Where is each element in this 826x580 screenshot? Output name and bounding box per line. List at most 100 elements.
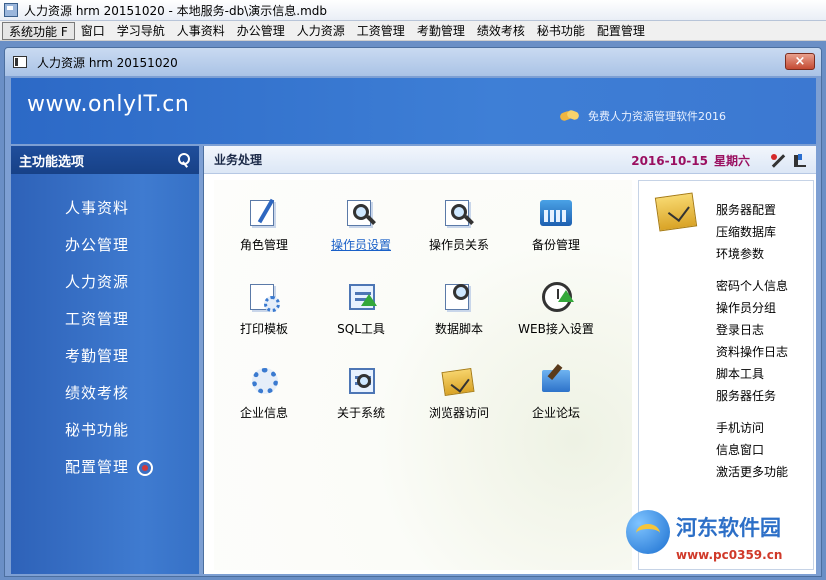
grid-item-data-script[interactable]: 数据脚本 (409, 280, 509, 350)
grid-item-operator-relation[interactable]: 操作员关系 (409, 196, 509, 266)
grid-item-web-access[interactable]: WEB接入设置 (506, 280, 606, 350)
grid-item-print-template[interactable]: 打印模板 (214, 280, 314, 350)
sql-tool-icon (341, 280, 381, 314)
grid-item-role[interactable]: 角色管理 (214, 196, 314, 266)
watermark-logo-icon (626, 510, 670, 554)
magnifier-icon (439, 196, 479, 230)
grid-item-label: 浏览器访问 (428, 406, 489, 420)
panel-header: 业务处理 2016-10-15 星期六 (204, 146, 816, 174)
link-mobile-access[interactable]: 手机访问 (716, 417, 788, 439)
sidebar-item-label: 人力资源 (65, 273, 130, 291)
folder-check-icon (654, 192, 698, 232)
grid-item-label: 操作员设置 (330, 238, 391, 252)
exit-icon[interactable] (792, 153, 808, 169)
grid-item-about[interactable]: 关于系统 (311, 364, 411, 434)
inner-title-bar: 人力资源 hrm 20151020 (5, 48, 821, 76)
link-message-window[interactable]: 信息窗口 (716, 439, 788, 461)
quick-links-group-2: 密码个人信息 操作员分组 登录日志 资料操作日志 脚本工具 服务器任务 (716, 275, 788, 407)
pin-icon[interactable] (175, 152, 191, 168)
menu-office[interactable]: 办公管理 (231, 22, 291, 40)
menu-window[interactable]: 窗口 (75, 22, 111, 40)
menu-config[interactable]: 配置管理 (591, 22, 651, 40)
work-area: 角色管理 操作员设置 操作员关系 备份管理 打印模板 SQL工具 数据脚本 WE… (214, 180, 632, 570)
link-env-params[interactable]: 环境参数 (716, 243, 776, 265)
grid-item-label: 关于系统 (336, 406, 385, 420)
link-data-op-log[interactable]: 资料操作日志 (716, 341, 788, 363)
grid-item-label: 角色管理 (239, 238, 288, 252)
link-login-log[interactable]: 登录日志 (716, 319, 788, 341)
app-icon (4, 3, 18, 17)
hammer-icon (536, 364, 576, 398)
banner-slogan-text: 免费人力资源管理软件2016 (588, 110, 726, 123)
panel-title: 业务处理 (214, 153, 263, 167)
banner: www.onlyIT.cn 免费人力资源管理软件2016 (11, 78, 816, 144)
grid-item-operator-settings[interactable]: 操作员设置 (311, 196, 411, 266)
sidebar-item-performance[interactable]: 绩效考核 (11, 375, 199, 412)
date-display: 2016-10-15 星期六 (631, 152, 808, 169)
sidebar-item-secretary[interactable]: 秘书功能 (11, 412, 199, 449)
outer-window-title: 人力资源 hrm 20151020 - 本地服务-db\演示信息.mdb (24, 3, 328, 18)
sidebar-item-config[interactable]: 配置管理 (11, 449, 199, 486)
watermark-url: www.pc0359.cn (676, 548, 783, 562)
link-compress-db[interactable]: 压缩数据库 (716, 221, 776, 243)
menu-personnel[interactable]: 人事资料 (171, 22, 231, 40)
sidebar-item-salary[interactable]: 工资管理 (11, 301, 199, 338)
sidebar-list: 人事资料 办公管理 人力资源 工资管理 考勤管理 绩效考核 秘书功能 配置管理 (11, 174, 199, 486)
menu-performance[interactable]: 绩效考核 (471, 22, 531, 40)
quick-links-group-1: 服务器配置 压缩数据库 环境参数 (716, 199, 776, 265)
clock-arrow-icon (536, 280, 576, 314)
link-password-info[interactable]: 密码个人信息 (716, 275, 788, 297)
sidebar-item-office[interactable]: 办公管理 (11, 227, 199, 264)
edit-doc-icon (244, 196, 284, 230)
banner-url: www.onlyIT.cn (27, 92, 190, 117)
magnifier-chart-icon (341, 196, 381, 230)
sidebar-item-personnel[interactable]: 人事资料 (11, 190, 199, 227)
weekday-text: 星期六 (713, 154, 750, 168)
sidebar-item-label: 秘书功能 (65, 421, 130, 439)
grid-item-label: SQL工具 (337, 322, 385, 336)
wand-icon[interactable] (770, 153, 786, 169)
close-button[interactable]: × (785, 53, 815, 70)
window-icon (13, 56, 27, 68)
menu-attendance[interactable]: 考勤管理 (411, 22, 471, 40)
watermark: 河东软件园 www.pc0359.cn (622, 508, 822, 570)
link-server-config[interactable]: 服务器配置 (716, 199, 776, 221)
link-script-tool[interactable]: 脚本工具 (716, 363, 788, 385)
menu-system[interactable]: 系统功能 F (2, 21, 75, 40)
grid-item-sql-tool[interactable]: SQL工具 (311, 280, 411, 350)
grid-item-forum[interactable]: 企业论坛 (506, 364, 606, 434)
grid-item-label: 备份管理 (531, 238, 580, 252)
grid-item-browser-access[interactable]: 浏览器访问 (409, 364, 509, 434)
grid-item-label: 企业论坛 (531, 406, 580, 420)
banner-slogan: 免费人力资源管理软件2016 (560, 108, 726, 124)
folder-check-icon (439, 364, 479, 398)
inner-window: 人力资源 hrm 20151020 × www.onlyIT.cn 免费人力资源… (4, 47, 822, 577)
watermark-name: 河东软件园 (676, 516, 781, 540)
menu-bar: 系统功能 F 窗口 学习导航 人事资料 办公管理 人力资源 工资管理 考勤管理 … (0, 21, 826, 41)
grid-item-company-info[interactable]: 企业信息 (214, 364, 314, 434)
date-text: 2016-10-15 (631, 153, 708, 168)
sidebar-item-attendance[interactable]: 考勤管理 (11, 338, 199, 375)
script-icon (439, 280, 479, 314)
grid-item-label: 企业信息 (239, 406, 288, 420)
menu-secretary[interactable]: 秘书功能 (531, 22, 591, 40)
link-server-task[interactable]: 服务器任务 (716, 385, 788, 407)
link-activate-more[interactable]: 激活更多功能 (716, 461, 788, 483)
link-operator-group[interactable]: 操作员分组 (716, 297, 788, 319)
sidebar-item-label: 配置管理 (65, 458, 130, 476)
sidebar-item-label: 考勤管理 (65, 347, 130, 365)
menu-hr[interactable]: 人力资源 (291, 22, 351, 40)
sidebar-item-hr[interactable]: 人力资源 (11, 264, 199, 301)
sidebar-item-label: 工资管理 (65, 310, 130, 328)
inner-window-title: 人力资源 hrm 20151020 (37, 55, 178, 70)
print-template-icon (244, 280, 284, 314)
grid-item-label: 打印模板 (239, 322, 288, 336)
grid-item-backup[interactable]: 备份管理 (506, 196, 606, 266)
sidebar-item-label: 办公管理 (65, 236, 130, 254)
sidebar-item-label: 绩效考核 (65, 384, 130, 402)
menu-salary[interactable]: 工资管理 (351, 22, 411, 40)
menu-learning[interactable]: 学习导航 (111, 22, 171, 40)
config-icon (137, 459, 154, 476)
sidebar: 主功能选项 人事资料 办公管理 人力资源 工资管理 考勤管理 绩效考核 秘书功能… (11, 146, 199, 574)
gear-icon (244, 364, 284, 398)
